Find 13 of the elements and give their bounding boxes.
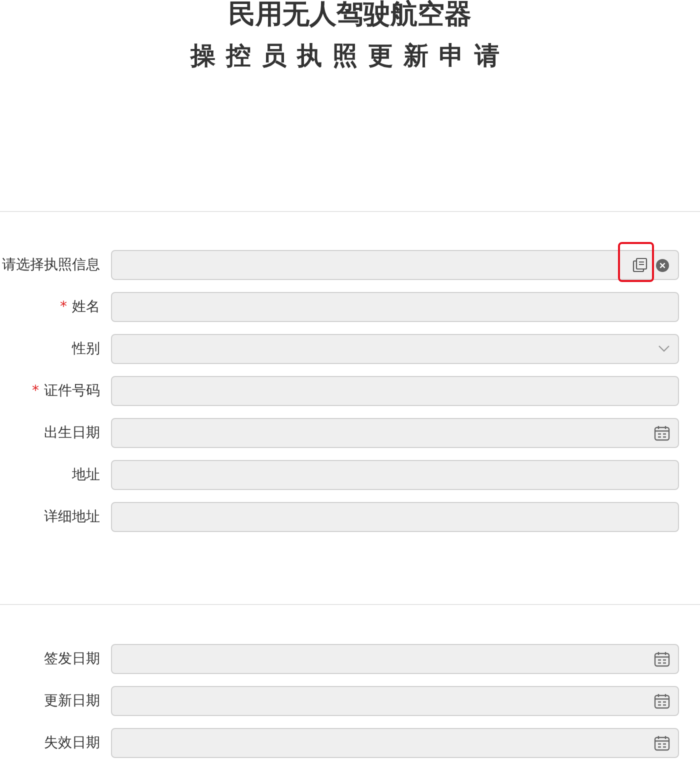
label-text: 请选择执照信息: [2, 257, 100, 273]
required-mark: *: [32, 383, 39, 399]
label-text: 姓名: [72, 299, 100, 315]
label-text: 性别: [72, 341, 100, 357]
label-text: 证件号码: [44, 383, 100, 399]
required-mark: *: [60, 299, 67, 315]
form-subtitle: 操控员执照更新申请: [190, 40, 510, 72]
label-text: 失效日期: [44, 735, 100, 751]
label-text: 详细地址: [44, 509, 100, 525]
label-text: 地址: [72, 467, 100, 483]
label-text: 签发日期: [44, 651, 100, 667]
label-text: 更新日期: [44, 693, 100, 709]
label-text: 出生日期: [44, 425, 100, 441]
